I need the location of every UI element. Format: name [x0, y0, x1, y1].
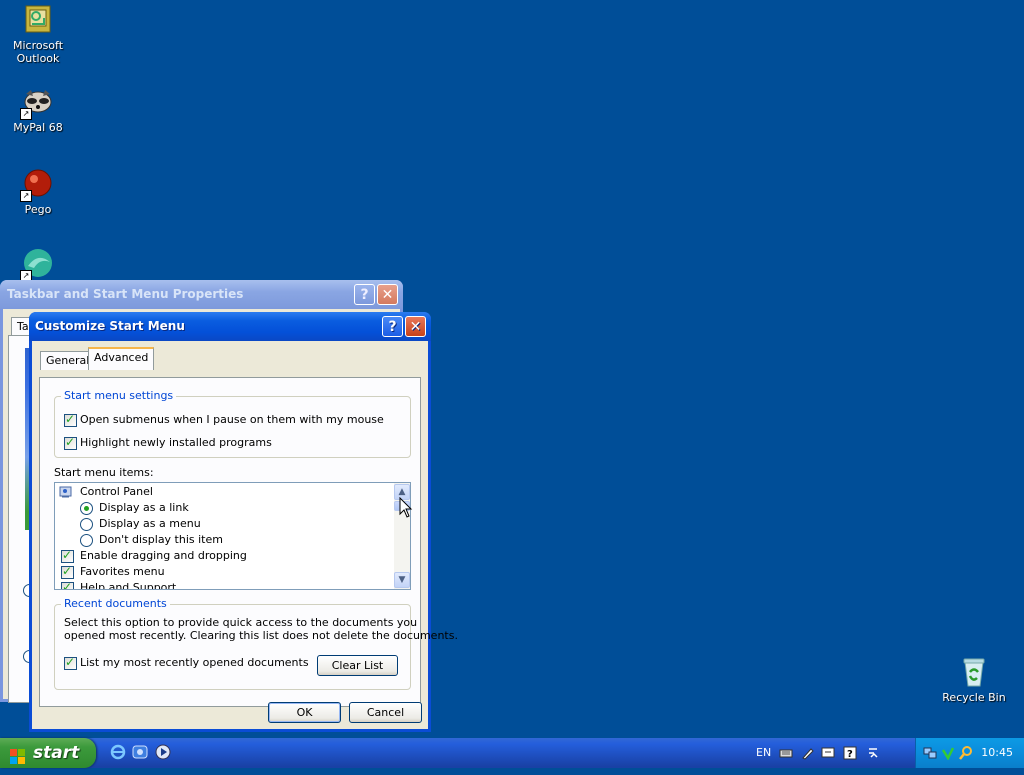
checkbox-label: List my most recently opened documents	[80, 656, 309, 669]
advanced-tab-panel: Start menu settings Open submenus when I…	[39, 377, 458, 707]
checkbox-label: Open submenus when I pause on them with …	[80, 413, 384, 426]
cancel-button[interactable]: Cancel	[349, 702, 422, 723]
shortcut-arrow-icon: ↗	[20, 108, 32, 120]
desktop-icon-pego[interactable]: ↗ Pego	[0, 168, 76, 216]
help-support-checkbox[interactable]	[61, 580, 74, 589]
media-player-icon[interactable]	[155, 744, 171, 760]
dialog-title: Customize Start Menu	[35, 319, 185, 333]
language-bar-options-icon[interactable]	[821, 746, 835, 760]
list-item: Don't display this item	[99, 533, 223, 546]
tab-label: General	[46, 354, 90, 367]
start-menu-items-label: Start menu items:	[54, 466, 154, 479]
outlook-icon	[22, 4, 54, 36]
help-icon: ?	[388, 319, 397, 335]
ok-button[interactable]: OK	[268, 702, 341, 723]
desktop-icon-unnamed[interactable]: ↗	[0, 248, 76, 283]
checkbox-label: Highlight newly installed programs	[80, 436, 272, 449]
open-submenus-checkbox[interactable]	[64, 412, 77, 427]
customize-start-menu-dialog: Customize Start Menu ? ✕ General Advance…	[29, 312, 458, 732]
button-label: Clear List	[331, 659, 384, 672]
taskbar: start EN ? 10:45	[0, 738, 1024, 768]
start-menu-items-list[interactable]: Control Panel Display as a link Display …	[54, 482, 411, 590]
internet-explorer-icon[interactable]	[110, 744, 126, 760]
tab-label: Ta	[17, 320, 29, 333]
close-icon: ✕	[409, 319, 422, 335]
mypal-icon: ↗	[20, 86, 54, 120]
keyboard-icon[interactable]	[779, 746, 793, 760]
window-title: Taskbar and Start Menu Properties	[7, 287, 244, 301]
tab-advanced[interactable]: Advanced	[88, 347, 155, 370]
windows-logo-icon	[10, 745, 26, 764]
taskbar-properties-titlebar[interactable]: Taskbar and Start Menu Properties ? ✕	[0, 280, 403, 309]
desktop-icon-outlook[interactable]: Microsoft Outlook	[0, 4, 76, 65]
display-as-menu-radio[interactable]	[80, 518, 93, 531]
close-button[interactable]: ✕	[405, 316, 426, 337]
list-item: Enable dragging and dropping	[80, 549, 247, 562]
desktop-icon-recycle-bin[interactable]: Recycle Bin	[936, 656, 1012, 704]
tab-label: Advanced	[94, 351, 149, 364]
shortcut-arrow-icon: ↗	[20, 190, 32, 202]
list-item: Favorites menu	[80, 565, 165, 578]
list-item: Display as a menu	[99, 517, 201, 530]
help-icon[interactable]: ?	[843, 746, 857, 760]
list-item: Display as a link	[99, 501, 189, 514]
desktop-icon-mypal[interactable]: ↗ MyPal 68	[0, 86, 76, 134]
dialog-titlebar[interactable]: Customize Start Menu ? ✕	[29, 312, 431, 341]
button-label: Cancel	[366, 706, 405, 719]
start-menu-settings-group: Start menu settings Open submenus when I…	[54, 389, 411, 458]
close-button[interactable]: ✕	[377, 284, 398, 305]
group-legend: Start menu settings	[61, 389, 177, 402]
group-legend: Recent documents	[61, 597, 170, 610]
system-tray: 10:45	[915, 738, 1024, 768]
edge-icon: ↗	[20, 248, 54, 282]
favorites-menu-checkbox[interactable]	[61, 564, 74, 579]
icon-label: Microsoft Outlook	[12, 39, 64, 65]
security-shield-icon[interactable]	[941, 746, 955, 761]
language-indicator[interactable]: EN	[756, 738, 771, 768]
close-icon: ✕	[381, 287, 394, 303]
search-icon[interactable]	[959, 746, 973, 760]
svg-text:?: ?	[847, 749, 853, 760]
help-icon: ?	[360, 287, 369, 303]
display-as-link-radio[interactable]	[80, 502, 93, 515]
recycle-bin-icon	[958, 656, 990, 688]
control-panel-icon	[59, 485, 73, 499]
start-label: start	[33, 743, 80, 763]
start-button[interactable]: start	[0, 738, 96, 768]
clear-list-button[interactable]: Clear List	[317, 655, 398, 676]
clock: 10:45	[981, 746, 1013, 759]
dragging-dropping-checkbox[interactable]	[61, 548, 74, 563]
dont-display-radio[interactable]	[80, 534, 93, 547]
help-button[interactable]: ?	[354, 284, 375, 305]
button-label: OK	[296, 706, 313, 719]
scroll-down-icon[interactable]: ▼	[394, 572, 410, 588]
pen-icon[interactable]	[801, 746, 815, 760]
recent-description: opened most recently. Clearing this list…	[64, 629, 458, 642]
dialog-body: General Advanced Start menu settings Ope…	[32, 341, 458, 729]
list-item: Control Panel	[80, 485, 153, 498]
outlook-express-icon[interactable]	[132, 744, 148, 760]
list-recent-documents-checkbox[interactable]	[64, 655, 77, 670]
recent-description: Select this option to provide quick acce…	[64, 616, 418, 629]
network-icon[interactable]	[923, 746, 937, 760]
restore-language-bar-icon[interactable]	[866, 746, 880, 760]
icon-label: Recycle Bin	[942, 691, 1006, 704]
pego-icon: ↗	[20, 168, 54, 202]
highlight-new-programs-checkbox[interactable]	[64, 435, 77, 450]
list-item: Help and Support	[80, 581, 177, 590]
icon-label: Pego	[24, 203, 52, 216]
help-button[interactable]: ?	[382, 316, 403, 337]
icon-label: MyPal 68	[13, 121, 63, 134]
recent-documents-group: Recent documents Select this option to p…	[54, 597, 458, 690]
